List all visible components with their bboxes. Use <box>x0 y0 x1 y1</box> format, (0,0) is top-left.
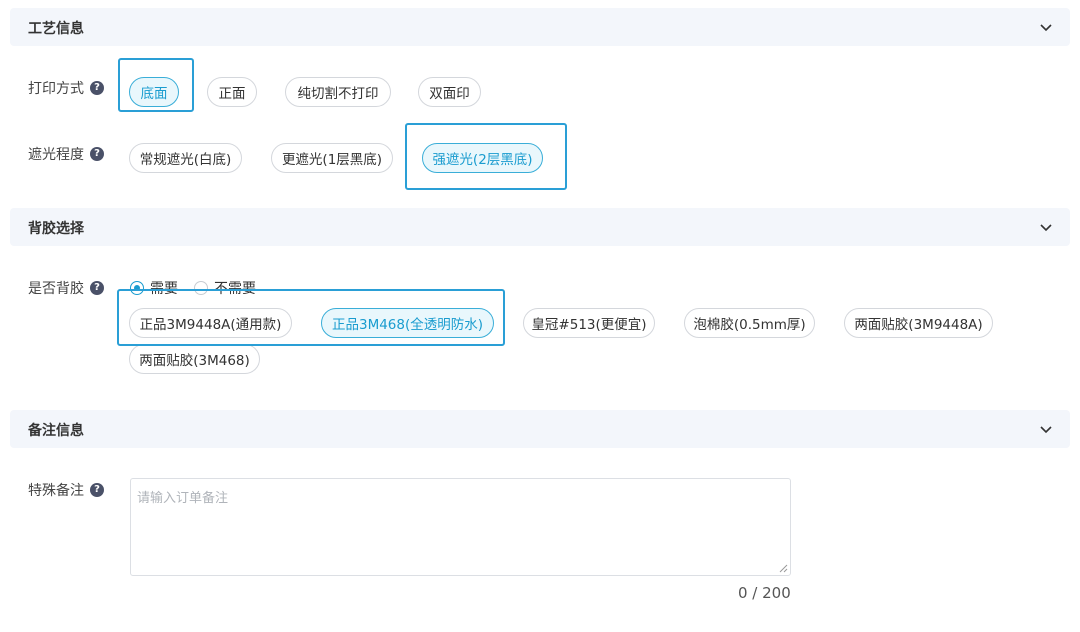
option-shading-normal[interactable]: 常规遮光(白底) <box>129 143 242 173</box>
label-text: 特殊备注 <box>28 483 84 499</box>
chevron-down-icon[interactable] <box>1038 219 1054 235</box>
radio-not-need[interactable]: 不需要 <box>194 278 256 298</box>
resize-grip-icon[interactable] <box>778 563 788 573</box>
section-title: 备注信息 <box>28 423 84 439</box>
chevron-down-icon[interactable] <box>1038 421 1054 437</box>
radio-need[interactable]: 需要 <box>130 278 178 298</box>
option-print-bottom[interactable]: 底面 <box>129 77 179 107</box>
order-note-textarea[interactable] <box>130 478 791 576</box>
option-glue-3m468[interactable]: 正品3M468(全透明防水) <box>321 308 494 338</box>
print-method-label: 打印方式 ? <box>28 78 104 98</box>
option-glue-crown513[interactable]: 皇冠#513(更便宜) <box>523 308 655 338</box>
option-glue-double-3m9448a[interactable]: 两面贴胶(3M9448A) <box>844 308 993 338</box>
option-shading-strong[interactable]: 强遮光(2层黑底) <box>422 143 543 173</box>
radio-unchecked-icon[interactable] <box>194 281 208 295</box>
option-print-front[interactable]: 正面 <box>207 77 257 107</box>
section-header-backing[interactable]: 背胶选择 <box>10 208 1070 246</box>
backing-glue-label: 是否背胶 ? <box>28 278 104 298</box>
option-glue-foam[interactable]: 泡棉胶(0.5mm厚) <box>684 308 815 338</box>
question-circle-icon[interactable]: ? <box>90 483 104 497</box>
section-header-craft[interactable]: 工艺信息 <box>10 8 1070 46</box>
backing-radio-group: 需要 不需要 <box>130 278 272 298</box>
label-text: 遮光程度 <box>28 147 84 163</box>
char-counter: 0 / 200 <box>738 584 791 602</box>
chevron-down-icon[interactable] <box>1038 19 1054 35</box>
question-circle-icon[interactable]: ? <box>90 147 104 161</box>
option-print-cut-only[interactable]: 纯切割不打印 <box>285 77 391 107</box>
section-title: 工艺信息 <box>28 21 84 37</box>
question-circle-icon[interactable]: ? <box>90 281 104 295</box>
radio-label: 需要 <box>150 281 178 297</box>
radio-checked-icon[interactable] <box>130 281 144 295</box>
special-note-label: 特殊备注 ? <box>28 480 104 500</box>
radio-label: 不需要 <box>214 281 256 297</box>
option-print-double[interactable]: 双面印 <box>418 77 481 107</box>
shading-label: 遮光程度 ? <box>28 144 104 164</box>
label-text: 是否背胶 <box>28 281 84 297</box>
option-shading-more[interactable]: 更遮光(1层黑底) <box>271 143 393 173</box>
option-glue-double-3m468[interactable]: 两面贴胶(3M468) <box>129 344 260 374</box>
option-glue-3m9448a[interactable]: 正品3M9448A(通用款) <box>129 308 292 338</box>
section-header-notes[interactable]: 备注信息 <box>10 410 1070 448</box>
label-text: 打印方式 <box>28 81 84 97</box>
section-title: 背胶选择 <box>28 221 84 237</box>
question-circle-icon[interactable]: ? <box>90 81 104 95</box>
